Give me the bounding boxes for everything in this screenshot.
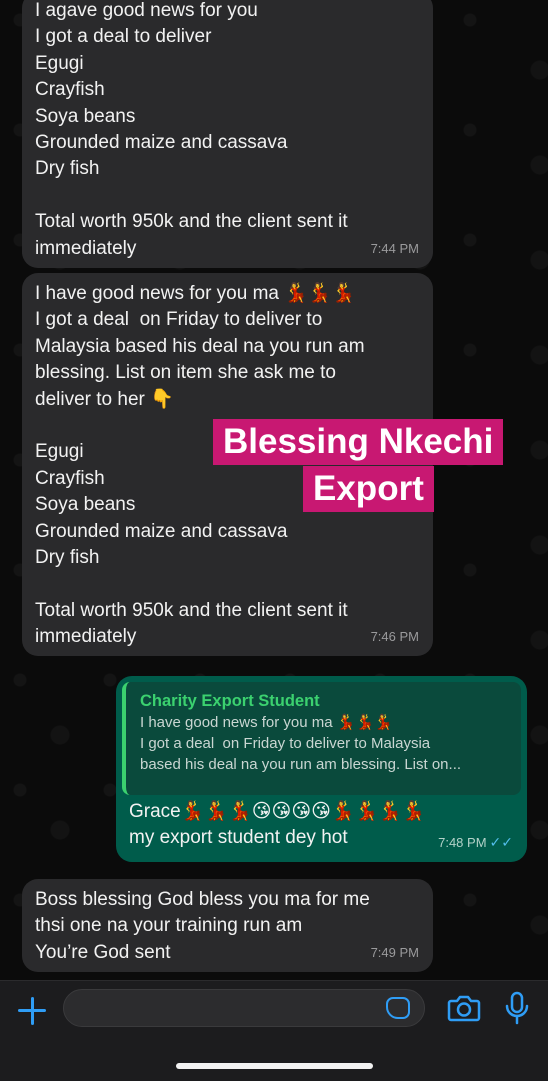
- message-line: thsi one na your training run am: [35, 915, 303, 937]
- message-line: blessing. List on item she ask me to: [35, 362, 336, 384]
- message-timestamp: 7:48 PM ✓✓: [438, 829, 513, 856]
- message-line: Dry fish: [35, 547, 100, 569]
- quoted-line: I got a deal on Friday to deliver to Mal…: [140, 735, 431, 752]
- message-line: [35, 183, 419, 209]
- quoted-author: Charity Export Student: [140, 692, 320, 710]
- message-line: Total worth 950k and the client sent it: [35, 599, 348, 621]
- message-line: I have good news for you ma 💃💃💃: [35, 283, 356, 304]
- message-line: deliver to her 👇: [35, 388, 174, 410]
- message-line: Grace💃💃💃😘😘😘😘💃💃💃💃: [129, 801, 426, 822]
- home-indicator[interactable]: [176, 1063, 373, 1069]
- microphone-icon[interactable]: [502, 991, 532, 1025]
- sticker-icon[interactable]: [386, 997, 410, 1019]
- overlay-caption-line2: Export: [303, 466, 434, 512]
- message-line: I got a deal to deliver: [35, 26, 212, 48]
- outgoing-message[interactable]: Charity Export Student I have good news …: [116, 676, 527, 862]
- incoming-message[interactable]: I agave good news for you I got a deal t…: [22, 0, 433, 268]
- message-line: immediately: [35, 237, 137, 259]
- message-line: Grounded maize and cassava: [35, 520, 288, 542]
- message-line: Soya beans: [35, 105, 136, 127]
- message-line: Dry fish: [35, 158, 100, 180]
- message-timestamp: 7:49 PM: [370, 944, 419, 960]
- message-line: Total worth 950k and the client sent it: [35, 211, 348, 233]
- message-line: Grounded maize and cassava: [35, 132, 288, 154]
- message-line: I agave good news for you: [35, 0, 258, 21]
- plus-icon[interactable]: [12, 991, 52, 1031]
- message-line: Egugi: [35, 52, 84, 74]
- camera-icon[interactable]: [447, 993, 481, 1023]
- message-line: Malaysia based his deal na you run am: [35, 335, 365, 357]
- quoted-line: based his deal na you run am blessing. L…: [140, 756, 462, 773]
- read-ticks-icon: ✓✓: [489, 833, 513, 850]
- message-line: I got a deal on Friday to deliver to: [35, 309, 323, 331]
- message-time: 7:48 PM: [438, 834, 487, 850]
- overlay-caption-line1: Blessing Nkechi: [213, 419, 504, 465]
- message-line: immediately: [35, 626, 137, 648]
- message-timestamp: 7:44 PM: [370, 240, 419, 256]
- camera-icon-graphic: [447, 995, 481, 1022]
- message-timestamp: 7:46 PM: [370, 628, 419, 644]
- message-line: Boss blessing God bless you ma for me: [35, 889, 370, 910]
- message-line: You’re God sent: [35, 941, 171, 963]
- message-line: [35, 571, 419, 597]
- quoted-message[interactable]: Charity Export Student I have good news …: [122, 682, 521, 795]
- incoming-message[interactable]: Boss blessing God bless you ma for me th…: [22, 879, 433, 972]
- quoted-line: I have good news for you ma 💃💃💃: [140, 714, 393, 731]
- message-input[interactable]: [63, 989, 425, 1027]
- message-line: Crayfish: [35, 79, 105, 101]
- microphone-icon-graphic: [505, 991, 529, 1025]
